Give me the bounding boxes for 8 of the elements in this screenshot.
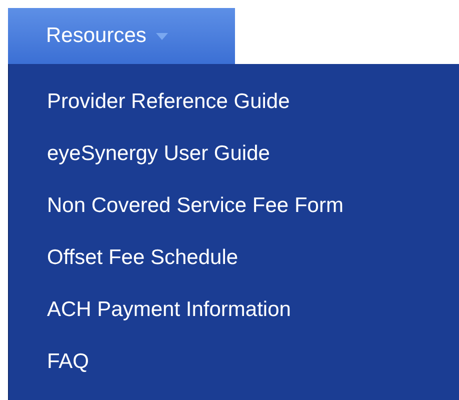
menu-item[interactable]: FAQ bbox=[8, 336, 459, 388]
menu-item[interactable]: eyeSynergy User Guide bbox=[8, 128, 459, 180]
menu-item[interactable]: Provider Reference Guide bbox=[8, 76, 459, 128]
caret-icon bbox=[156, 32, 168, 40]
menu-item[interactable]: Non Covered Service Fee Form bbox=[8, 180, 459, 232]
menu-item[interactable]: ACH Payment Information bbox=[8, 284, 459, 336]
menu-item[interactable]: Offset Fee Schedule bbox=[8, 232, 459, 284]
resources-menu-tab[interactable]: Resources bbox=[8, 8, 235, 64]
